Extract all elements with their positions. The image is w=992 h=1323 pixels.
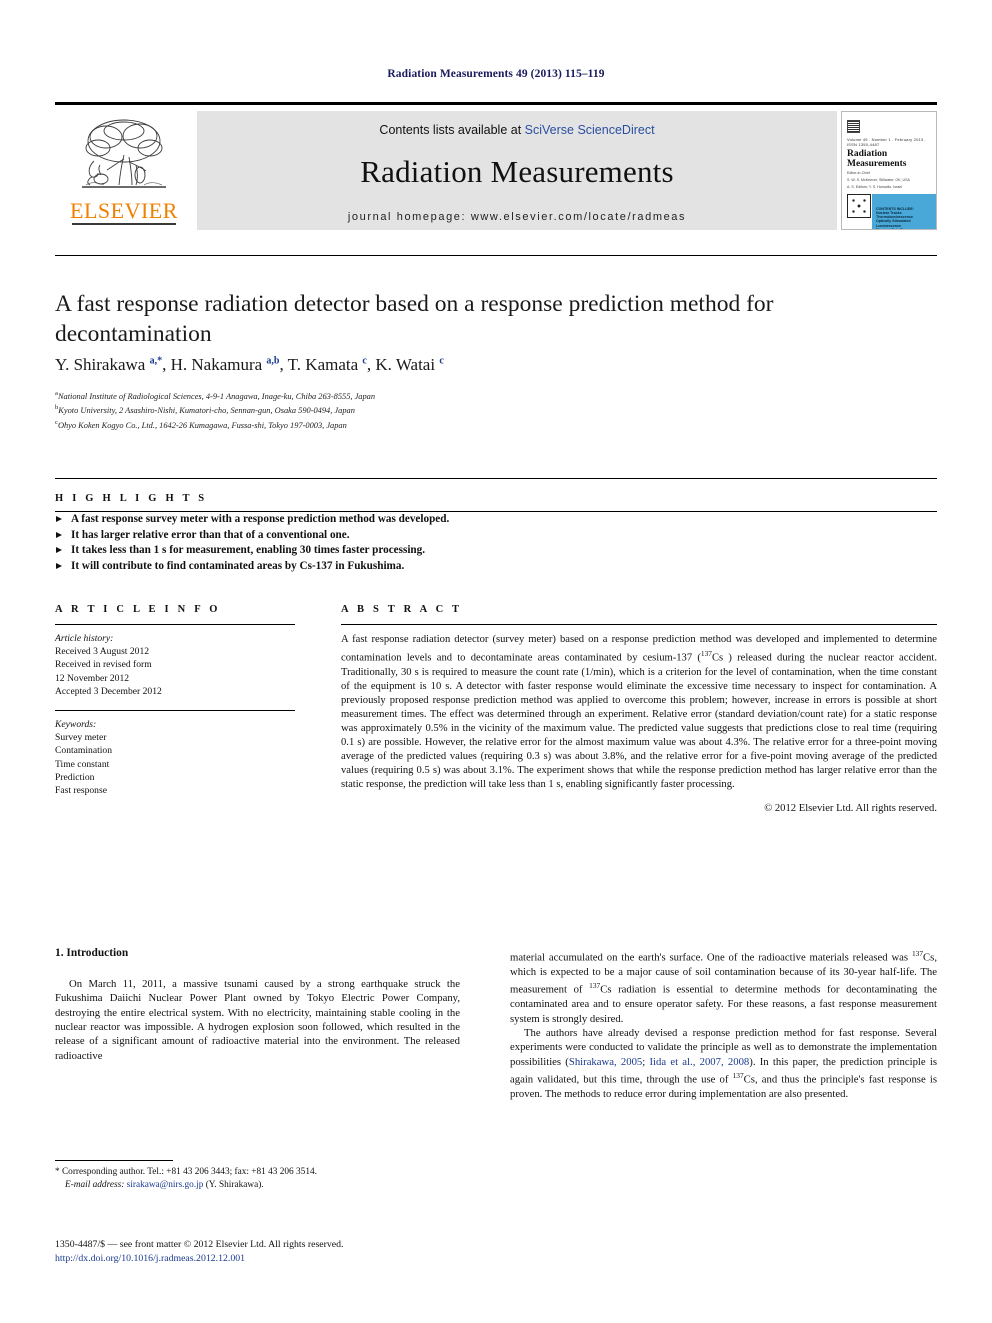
bullet-triangle-icon (56, 562, 62, 569)
footnote-line-1: * Corresponding author. Tel.: +81 43 206… (55, 1167, 317, 1177)
body-column-left: 1. Introduction On March 11, 2011, a mas… (55, 947, 460, 1063)
cover-publisher-mark-icon (847, 120, 860, 133)
abstract-text: A fast response radiation detector (surv… (341, 634, 937, 791)
bullet-triangle-icon (56, 531, 62, 538)
cover-toc-item-2: Optically Stimulated Luminescence (876, 219, 911, 228)
list-item: A fast response survey meter with a resp… (55, 512, 937, 528)
highlight-text: It takes less than 1 s for measurement, … (71, 544, 426, 557)
footnote-rule (55, 1160, 173, 1161)
journal-title: Radiation Measurements (360, 154, 674, 189)
affiliation-c: cOhyo Koken Kogyo Co., Ltd., 1642-26 Kum… (55, 417, 915, 431)
elsevier-underline (72, 223, 176, 225)
affiliation-b: bKyoto University, 2 Asashiro-Nishi, Kum… (55, 402, 915, 416)
doi-link[interactable]: http://dx.doi.org/10.1016/j.radmeas.2012… (55, 1252, 555, 1266)
keywords-block: Keywords: Survey meter Contamination Tim… (55, 711, 295, 797)
molecule-icon (847, 193, 871, 218)
highlights-list: A fast response survey meter with a resp… (55, 512, 937, 574)
abstract-copyright: © 2012 Elsevier Ltd. All rights reserved… (764, 802, 937, 814)
elsevier-logo: ELSEVIER (55, 111, 193, 230)
article-history-label: Article history: (55, 633, 114, 644)
keyword-0: Survey meter (55, 732, 107, 744)
list-item: It has larger relative error than that o… (55, 528, 937, 544)
intro-paragraph-right-1: material accumulated on the earth's surf… (510, 949, 937, 1025)
abstract-heading: A B S T R A C T (341, 604, 463, 615)
highlights-top-rule (55, 478, 937, 479)
cover-title: Radiation Measurements (847, 149, 907, 169)
highlight-text: It has larger relative error than that o… (71, 528, 350, 541)
elsevier-wordmark: ELSEVIER (70, 198, 178, 223)
keyword-1: Contamination (55, 745, 113, 757)
affiliation-a: aNational Institute of Radiological Scie… (55, 388, 915, 402)
affiliation-text-a: National Institute of Radiological Scien… (57, 391, 376, 401)
body-column-right: material accumulated on the earth's surf… (510, 947, 937, 1101)
cover-toc-item-3: Electron Spin Resonance (876, 228, 932, 229)
highlight-text: It will contribute to find contaminated … (71, 559, 405, 572)
title-divider (55, 255, 937, 256)
article-info-section: A R T I C L E I N F O Article history: R… (55, 604, 295, 797)
journal-cover-thumbnail[interactable]: Volume 49 . Number 1 . February 2013 . I… (841, 111, 937, 230)
article-history-block: Article history: Received 3 August 2012 … (55, 625, 295, 698)
bullet-triangle-icon (56, 547, 62, 554)
history-line-0: Received 3 August 2012 (55, 646, 150, 658)
paper-page: Radiation Measurements 49 (2013) 115–119 (0, 0, 992, 1323)
cover-publisher-note: Volume 49 . Number 1 . February 2013 . I… (847, 137, 926, 147)
list-item: It will contribute to find contaminated … (55, 559, 937, 575)
affiliation-text-b: Kyoto University, 2 Asashiro-Nishi, Kuma… (58, 406, 355, 416)
sciencedirect-link[interactable]: SciVerse ScienceDirect (525, 123, 655, 137)
journal-homepage[interactable]: journal homepage: www.elsevier.com/locat… (348, 211, 686, 223)
history-line-1: Received in revised form (55, 659, 152, 671)
author-list: Y. Shirakawa a,*, H. Nakamura a,b, T. Ka… (55, 355, 444, 374)
affiliation-text-c: Ohyo Koken Kogyo Co., Ltd., 1642-26 Kuma… (57, 420, 347, 430)
cover-left-column (842, 193, 872, 229)
journal-band: Contents lists available at SciVerse Sci… (197, 111, 837, 230)
list-item: It takes less than 1 s for measurement, … (55, 543, 937, 559)
keyword-4: Fast response (55, 785, 107, 797)
cover-subtitle-2: S. W. S. McKeever, Stillwater, OK, USA (847, 177, 910, 182)
page-title: A fast response radiation detector based… (55, 291, 774, 347)
keyword-2: Time constant (55, 758, 110, 770)
journal-masthead: ELSEVIER Contents lists available at Sci… (55, 102, 937, 230)
highlights-heading: H I G H L I G H T S (55, 493, 208, 504)
keyword-3: Prediction (55, 771, 95, 783)
cover-contents-panel: CONTENTS INCLUDE: Nuclear Tracks Thermol… (872, 193, 936, 229)
highlights-section: H I G H L I G H T S A fast response surv… (55, 478, 937, 574)
cover-topbar (842, 112, 936, 117)
elsevier-tree-icon (82, 119, 166, 188)
history-line-2: 12 November 2012 (55, 672, 130, 684)
cover-subtitle-3: A. S. Editors: Y. S. Horowitz, Israel (847, 184, 902, 189)
bullet-triangle-icon (56, 516, 62, 522)
affiliations: aNational Institute of Radiological Scie… (55, 388, 915, 431)
running-head: Radiation Measurements 49 (2013) 115–119 (387, 68, 605, 80)
contents-prefix: Contents lists available at (379, 123, 525, 137)
corresponding-author-footnote: * Corresponding author. Tel.: +81 43 206… (55, 1160, 460, 1192)
intro-paragraph-left: On March 11, 2011, a massive tsunami cau… (55, 978, 460, 1062)
highlight-text: A fast response survey meter with a resp… (71, 513, 450, 525)
section-heading-introduction: 1. Introduction (55, 947, 129, 959)
intro-paragraph-right-2: The authors have already devised a respo… (510, 1026, 937, 1100)
abstract-section: A B S T R A C T A fast response radiatio… (341, 604, 937, 814)
cover-subtitle-1: Editor-in-Chief (847, 171, 870, 175)
footnote-line-2[interactable]: E-mail address: sirakawa@nirs.go.jp (Y. … (55, 1179, 460, 1192)
keywords-label: Keywords: (55, 719, 97, 731)
page-footer: 1350-4487/$ — see front matter © 2012 El… (55, 1238, 555, 1265)
article-info-heading: A R T I C L E I N F O (55, 604, 221, 615)
front-matter-line: 1350-4487/$ — see front matter © 2012 El… (55, 1239, 344, 1250)
cover-body: CONTENTS INCLUDE: Nuclear Tracks Thermol… (842, 193, 936, 229)
contents-available-line: Contents lists available at SciVerse Sci… (379, 123, 654, 137)
history-line-3: Accepted 3 December 2012 (55, 685, 162, 697)
